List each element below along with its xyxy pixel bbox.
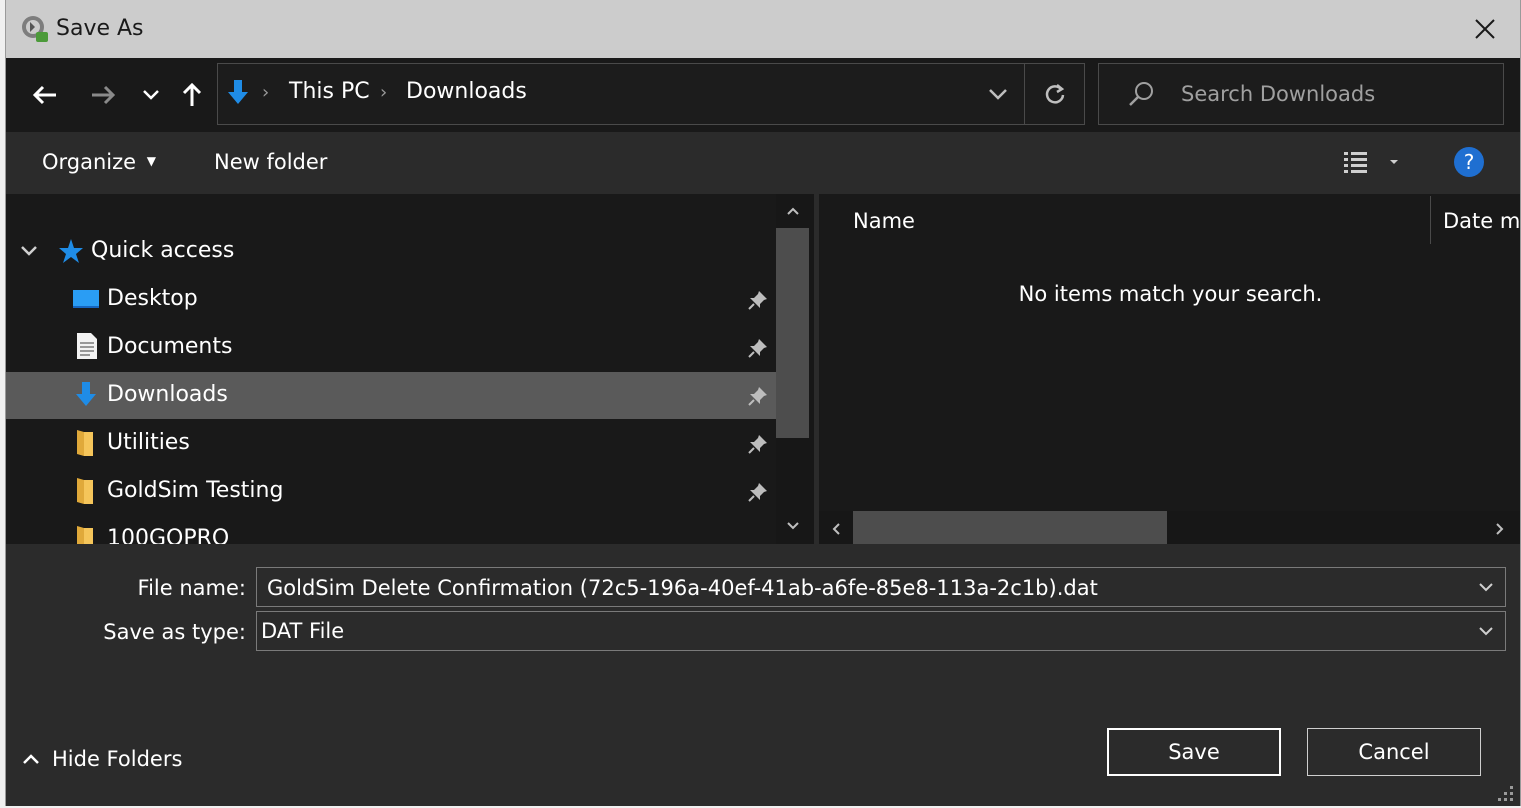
breadcrumb-separator-icon: ›	[262, 82, 270, 103]
save-as-type-value: DAT File	[261, 619, 345, 643]
document-icon	[77, 333, 97, 359]
nav-label-documents: Documents	[107, 334, 233, 359]
file-list-pane: Name Date m No items match your search.	[817, 194, 1520, 544]
nav-label-utilities: Utilities	[107, 430, 190, 455]
arrow-right-icon	[92, 85, 116, 105]
refresh-icon	[1045, 84, 1065, 104]
pin-icon[interactable]	[748, 482, 768, 502]
nav-item-goldsim-testing[interactable]: GoldSim Testing	[6, 468, 776, 515]
breadcrumb-downloads[interactable]: Downloads	[406, 79, 527, 104]
breadcrumb-this-pc[interactable]: This PC	[289, 79, 370, 104]
scroll-up-icon	[787, 207, 799, 215]
navigation-pane: Quick access Desktop Documents Downloads…	[6, 194, 814, 544]
nav-item-desktop[interactable]: Desktop	[6, 276, 776, 323]
file-list-scroll-thumb[interactable]	[853, 511, 1167, 544]
scroll-down-icon	[787, 522, 799, 530]
nav-label-downloads: Downloads	[107, 382, 228, 407]
nav-item-utilities[interactable]: Utilities	[6, 420, 776, 467]
address-history-dropdown[interactable]	[973, 64, 1023, 124]
pin-icon[interactable]	[748, 434, 768, 454]
nav-pane-scroll-thumb[interactable]	[776, 228, 809, 438]
close-icon	[1475, 19, 1495, 39]
search-box[interactable]	[1098, 63, 1504, 125]
nav-pane-scrollbar[interactable]	[776, 194, 814, 544]
organize-button[interactable]: Organize ▼	[42, 150, 156, 174]
nav-label-quick-access: Quick access	[91, 238, 235, 263]
nav-label-desktop: Desktop	[107, 286, 198, 311]
resize-grip-icon[interactable]	[1498, 786, 1514, 802]
back-button[interactable]	[28, 78, 62, 112]
navigation-bar: › This PC › Downloads	[6, 58, 1520, 132]
new-folder-button[interactable]: New folder	[214, 150, 327, 174]
chevron-down-icon	[989, 89, 1007, 100]
goldsim-app-icon	[20, 14, 50, 44]
command-toolbar: Organize ▼ New folder ?	[6, 132, 1520, 194]
file-name-combobox[interactable]	[256, 567, 1506, 607]
file-list-horizontal-scrollbar[interactable]	[819, 511, 1520, 544]
empty-list-message: No items match your search.	[1018, 282, 1323, 306]
pin-icon[interactable]	[748, 290, 768, 310]
details-view-icon	[1344, 152, 1398, 173]
address-bar[interactable]: › This PC › Downloads	[217, 63, 1085, 125]
up-button[interactable]	[175, 78, 209, 112]
search-icon	[1129, 82, 1153, 106]
save-as-type-select[interactable]: DAT File	[256, 611, 1506, 651]
nav-item-100gopro[interactable]: 100GOPRO	[6, 516, 776, 544]
nav-label-100gopro: 100GOPRO	[107, 526, 230, 544]
arrow-up-icon	[182, 82, 202, 106]
chevron-down-icon	[143, 90, 159, 100]
nav-item-quick-access[interactable]: Quick access	[6, 228, 776, 275]
scroll-right-icon	[1496, 523, 1504, 535]
column-header-name[interactable]: Name	[853, 209, 915, 233]
cancel-button[interactable]: Cancel	[1307, 728, 1481, 776]
scroll-left-icon	[832, 523, 840, 535]
search-input[interactable]	[1179, 78, 1493, 110]
save-form-area: File name: Save as type: DAT File Hide F…	[6, 544, 1520, 806]
column-divider[interactable]	[1430, 196, 1431, 244]
folder-icon	[77, 478, 93, 504]
download-arrow-icon	[76, 382, 96, 406]
pin-icon[interactable]	[748, 386, 768, 406]
organize-label: Organize	[42, 150, 137, 174]
arrow-left-icon	[32, 85, 56, 105]
save-as-dialog: Save As › This PC › Downloads Search Dow…	[5, 0, 1521, 806]
file-name-dropdown-button[interactable]	[1467, 568, 1505, 606]
refresh-button[interactable]	[1024, 64, 1085, 124]
breadcrumb-separator-icon: ›	[380, 82, 388, 103]
title-bar: Save As	[6, 0, 1520, 58]
chevron-down-icon	[21, 246, 37, 256]
hide-folders-label: Hide Folders	[52, 747, 183, 771]
file-name-input[interactable]	[265, 573, 1459, 603]
recent-locations-button[interactable]	[134, 78, 168, 112]
download-arrow-icon	[228, 80, 248, 104]
folder-icon	[77, 526, 93, 544]
save-as-type-dropdown-button[interactable]	[1467, 612, 1505, 650]
column-header-date-modified[interactable]: Date m	[1443, 209, 1520, 233]
close-button[interactable]	[1450, 0, 1520, 58]
chevron-up-icon	[23, 754, 39, 764]
save-button[interactable]: Save	[1107, 728, 1281, 776]
change-view-button[interactable]	[1340, 148, 1404, 178]
chevron-down-icon	[1479, 627, 1493, 636]
chevron-down-icon	[1479, 583, 1493, 592]
caret-down-icon: ▼	[146, 154, 157, 168]
window-title: Save As	[56, 16, 144, 41]
folder-icon	[77, 430, 93, 456]
help-button[interactable]: ?	[1454, 147, 1484, 177]
pin-icon[interactable]	[748, 338, 768, 358]
nav-label-goldsim-testing: GoldSim Testing	[107, 478, 284, 503]
file-name-label: File name:	[137, 576, 246, 600]
star-icon	[59, 239, 83, 263]
desktop-icon	[73, 290, 99, 308]
save-as-type-label: Save as type:	[103, 620, 246, 644]
forward-button[interactable]	[86, 78, 120, 112]
nav-item-downloads[interactable]: Downloads	[6, 372, 776, 419]
nav-item-documents[interactable]: Documents	[6, 324, 776, 371]
